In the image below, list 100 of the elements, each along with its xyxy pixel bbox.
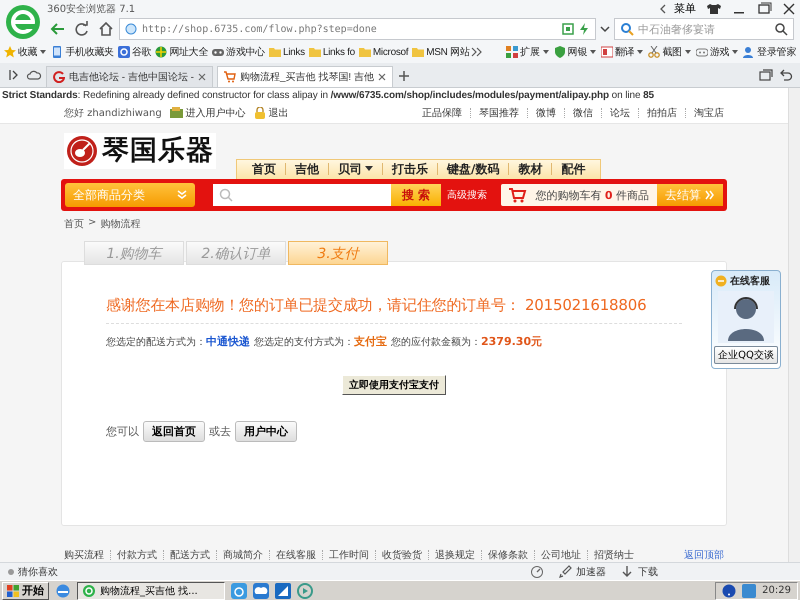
shield-icon xyxy=(554,46,566,58)
footer-link[interactable]: 付款方式 xyxy=(117,548,157,562)
close-icon[interactable] xyxy=(378,73,386,81)
toolbar-button[interactable]: 扩展 xyxy=(506,45,550,59)
gamepad-icon xyxy=(696,46,708,58)
search-button[interactable]: 搜 索 xyxy=(391,184,441,206)
nav-link[interactable]: 配件 xyxy=(552,160,594,178)
cart-icon xyxy=(509,187,528,203)
chat-button[interactable]: 企业QQ交谈 xyxy=(714,346,778,364)
app-icon[interactable] xyxy=(275,582,291,598)
status-button[interactable]: 加速器 xyxy=(558,564,606,578)
home-button[interactable]: 返回首页 xyxy=(143,421,205,442)
footer-link[interactable]: 收货验货 xyxy=(382,548,422,562)
search-input[interactable] xyxy=(213,184,391,206)
top-link[interactable]: 论坛 xyxy=(610,106,630,120)
browser-icon xyxy=(82,584,96,598)
phone-icon xyxy=(51,46,64,58)
site-logo-text: 琴国乐器 xyxy=(102,136,214,166)
top-link[interactable]: 微博 xyxy=(536,106,556,120)
start-button[interactable]: 开始 xyxy=(2,582,49,600)
top-link[interactable]: 拍拍店 xyxy=(647,106,677,120)
footer-link[interactable]: 配送方式 xyxy=(170,548,210,562)
footer-link[interactable]: 工作时间 xyxy=(329,548,369,562)
user-center-link[interactable]: 进入用户中心 xyxy=(170,106,246,120)
toolbar-button[interactable]: 登录管家 xyxy=(743,45,796,59)
logout-link[interactable]: 退出 xyxy=(254,106,289,120)
cart-summary[interactable]: 您的购物车有 0 件商品 xyxy=(501,184,657,206)
greeting-text: 您好 zhandizhiwang xyxy=(64,107,162,120)
caret-icon xyxy=(588,48,597,56)
folder-icon xyxy=(358,46,371,58)
back-to-top-link[interactable]: 返回顶部 xyxy=(684,548,724,562)
prompt-text: 或去 xyxy=(209,424,231,440)
bookmark-item[interactable]: Links fo xyxy=(308,46,355,58)
breadcrumb-current: 购物流程 xyxy=(100,218,140,232)
bookmark-item[interactable]: Microsof xyxy=(358,46,408,58)
summary-label: 您的应付款金额为： xyxy=(391,336,481,350)
folder-icon xyxy=(268,46,281,58)
top-link[interactable]: 正品保障 xyxy=(422,106,462,120)
error-notice: Strict Standards: Redefining already defined constructor for class alipay in /www/6735.com/shop/includes/modules/payment/alipay.php on line 85 xyxy=(0,88,788,104)
bookmark-item[interactable]: 谷歌 xyxy=(118,45,152,59)
footer-link[interactable]: 招贤纳士 xyxy=(594,548,634,562)
folder-icon xyxy=(412,46,424,58)
search-icon xyxy=(219,188,233,202)
address-field[interactable]: http://shop.6735.com/flow.php?step=done xyxy=(119,18,596,40)
toolbar-button[interactable]: 截图 xyxy=(648,45,692,59)
breadcrumb-link[interactable]: 首页 xyxy=(64,217,84,232)
user-center-button[interactable]: 用户中心 xyxy=(235,421,297,442)
toolbar-button[interactable]: 翻译 xyxy=(600,45,644,59)
clock-text: 20:29 xyxy=(762,585,791,596)
footer-link[interactable]: 商城简介 xyxy=(223,548,263,562)
nav-link[interactable]: 键盘/数码 xyxy=(438,160,508,178)
order-success-message: 感谢您在本店购物！您的订单已提交成功，请记住您的订单号： 2015021618806 xyxy=(106,286,682,324)
speed-icon[interactable] xyxy=(530,564,544,578)
scrollbar[interactable] xyxy=(788,88,800,562)
toolbar-button[interactable]: 游戏 xyxy=(696,45,740,59)
top-link[interactable]: 淘宝店 xyxy=(694,106,724,120)
nav-link[interactable]: 教材 xyxy=(509,160,552,178)
status-link[interactable]: 猜你喜欢 xyxy=(8,564,58,578)
summary-label: 您选定的支付方式为： xyxy=(254,336,354,350)
summary-value: 中通快递 xyxy=(206,334,250,350)
bookmark-item[interactable]: 收藏 xyxy=(4,45,48,59)
bookmark-item[interactable]: MSN 网站 xyxy=(412,45,470,59)
footer-link[interactable]: 退换规定 xyxy=(435,548,475,562)
nav-link[interactable]: 贝司 xyxy=(329,160,382,178)
menu-button[interactable]: 菜单 xyxy=(670,1,700,16)
browser-tab[interactable]: 购物流程_买吉他 找琴国! 吉他 xyxy=(217,66,393,87)
download-icon xyxy=(620,564,634,578)
footer-link[interactable]: 购买流程 xyxy=(64,548,104,562)
footer-link[interactable]: 在线客服 xyxy=(276,548,316,562)
top-link[interactable]: 琴国推荐 xyxy=(479,106,519,120)
toolbar-button[interactable]: 网银 xyxy=(554,45,597,59)
search-engine-icon xyxy=(620,22,634,36)
nav-link[interactable]: 吉他 xyxy=(286,160,328,178)
support-avatar-icon xyxy=(718,291,774,343)
pay-button[interactable]: 立即使用支付宝支付 xyxy=(342,375,446,396)
double-chevron-icon xyxy=(177,190,187,200)
nav-link[interactable]: 打击乐 xyxy=(383,160,437,178)
footer-link[interactable]: 公司地址 xyxy=(541,548,581,562)
new-tab-icon[interactable] xyxy=(396,69,411,83)
nav-link[interactable]: 首页 xyxy=(243,160,285,178)
advanced-search-link[interactable]: 高级搜索 xyxy=(447,188,487,202)
undo-icon[interactable] xyxy=(778,67,794,83)
windows-icon[interactable] xyxy=(758,67,774,83)
more-icon[interactable] xyxy=(471,46,484,58)
browser-tab[interactable]: 电吉他论坛 - 吉他中国论坛 - xyxy=(46,66,213,87)
caret-icon xyxy=(731,48,740,56)
g-logo-icon xyxy=(53,71,65,83)
caret-icon xyxy=(636,48,644,56)
bookmark-item[interactable]: 游戏中心 xyxy=(212,45,265,59)
footer-link[interactable]: 保修条款 xyxy=(488,548,528,562)
scissors-icon xyxy=(648,46,660,58)
window-title: 360安全浏览器 7.1 xyxy=(47,2,136,16)
status-button[interactable]: 下载 xyxy=(620,564,658,578)
support-title: 在线客服 xyxy=(730,274,770,288)
taskbar-window[interactable]: 购物流程_买吉他 找... xyxy=(77,582,225,600)
bookmark-item[interactable]: 手机收藏夹 xyxy=(51,45,114,59)
bookmark-item[interactable]: Links xyxy=(268,46,305,58)
top-link[interactable]: 微信 xyxy=(573,106,593,120)
breadcrumb-separator: > xyxy=(88,217,96,230)
bookmark-item[interactable]: 网址大全 xyxy=(155,45,208,59)
